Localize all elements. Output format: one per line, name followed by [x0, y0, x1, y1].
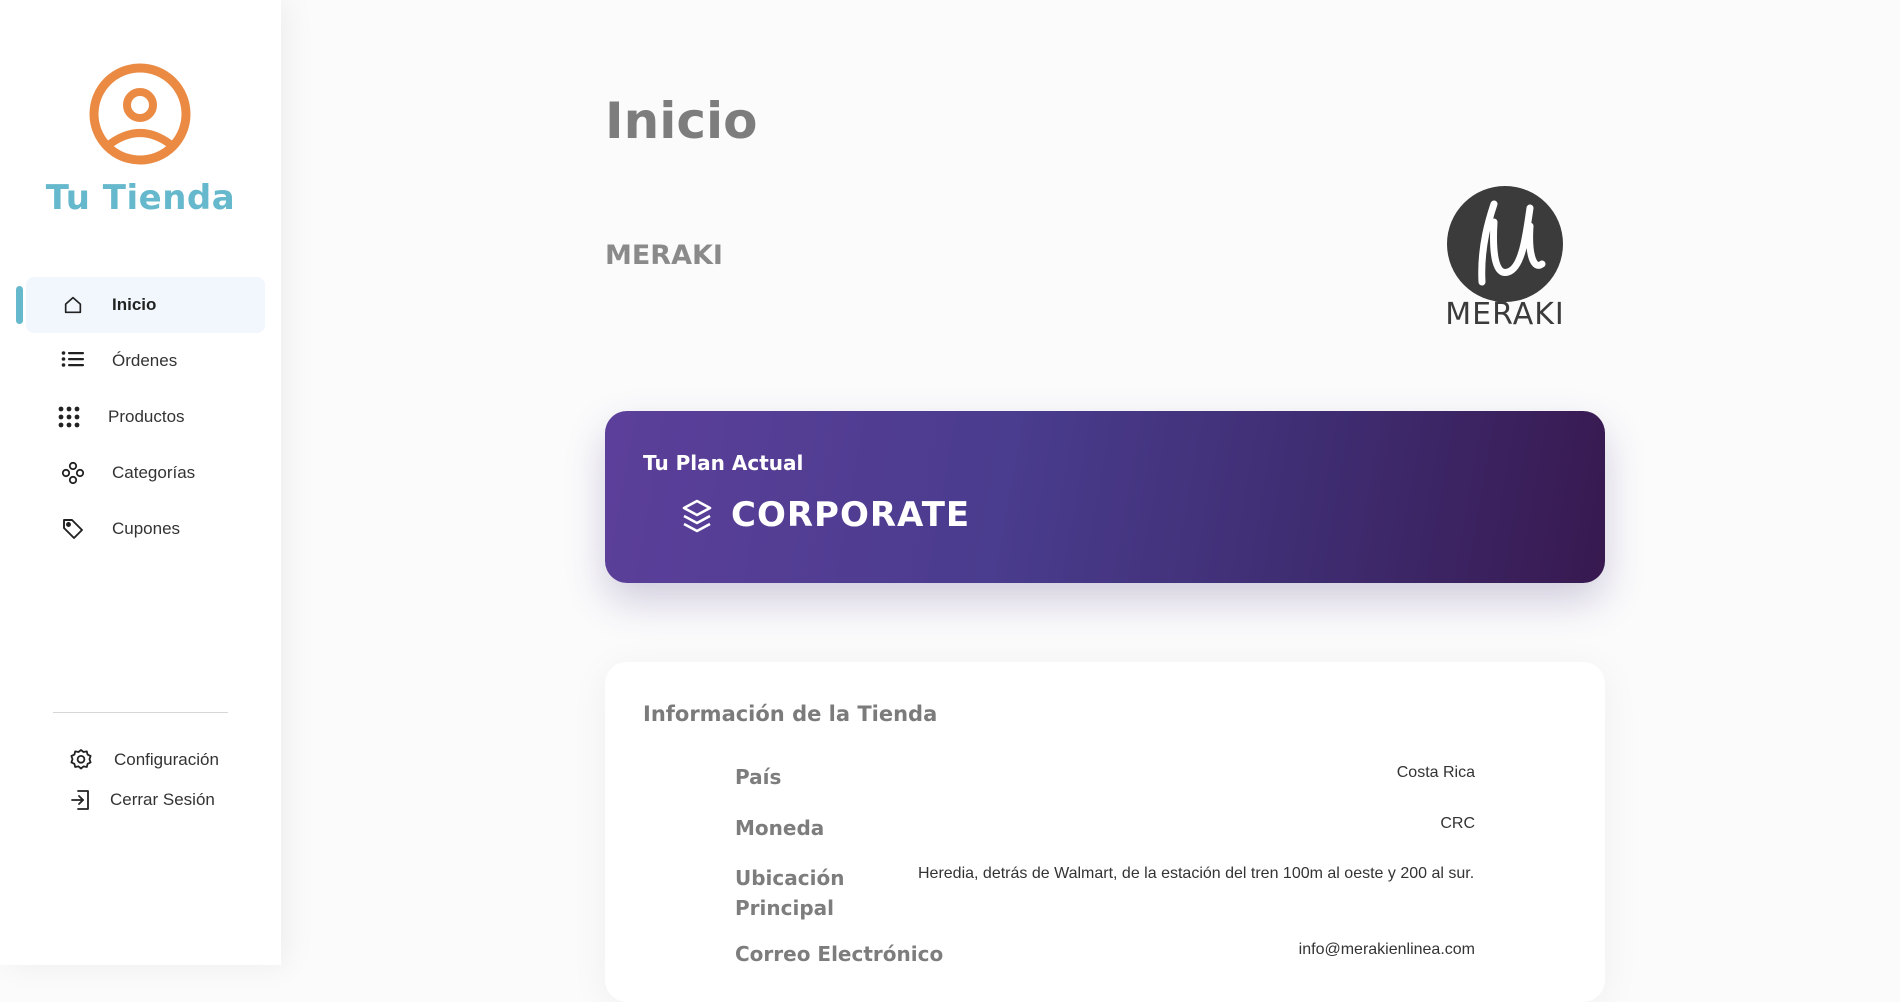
sidebar-item-inicio[interactable]: Inicio: [16, 277, 265, 333]
store-info-card: Información de la Tienda País Costa Rica…: [605, 662, 1605, 1002]
store-name: MERAKI: [605, 240, 723, 271]
settings-label: Configuración: [114, 750, 219, 769]
plan-label: Tu Plan Actual: [643, 451, 804, 475]
info-key: Moneda: [735, 816, 825, 840]
logout-link[interactable]: Cerrar Sesión: [0, 780, 281, 820]
sidebar-item-label: Productos: [108, 407, 185, 426]
sidebar-item-categorias[interactable]: Categorías: [26, 445, 265, 501]
info-key: Ubicación Principal: [735, 866, 845, 920]
store-logo: MERAKI: [1445, 186, 1565, 332]
sidebar-item-label: Categorías: [112, 463, 196, 482]
list-icon: [60, 348, 86, 374]
layers-icon: [682, 499, 712, 533]
home-icon: [60, 292, 86, 318]
info-value: Costa Rica: [1396, 764, 1475, 781]
sidebar: Tu Tienda Inicio Órdenes Productos Categ…: [0, 0, 281, 965]
tag-icon: [60, 516, 86, 542]
brand-name: Tu Tienda: [45, 178, 236, 218]
logout-label: Cerrar Sesión: [110, 790, 215, 809]
info-value: CRC: [1440, 815, 1475, 832]
logout-icon: [68, 787, 94, 813]
grid-dots-icon: [56, 404, 82, 430]
current-plan-card: Tu Plan Actual CORPORATE: [605, 411, 1605, 583]
info-value: Heredia, detrás de Walmart, de la estaci…: [918, 865, 1475, 882]
settings-link[interactable]: Configuración: [0, 740, 281, 780]
info-key: País: [735, 765, 782, 789]
sidebar-item-productos[interactable]: Productos: [26, 389, 265, 445]
sidebar-item-label: Órdenes: [112, 351, 178, 370]
categories-icon: [60, 460, 86, 486]
sidebar-nav: Inicio Órdenes Productos Categorías Cupo…: [0, 277, 281, 557]
plan-name: CORPORATE: [731, 495, 971, 535]
sidebar-divider: [53, 712, 228, 713]
sidebar-item-cupones[interactable]: Cupones: [26, 501, 265, 557]
info-value: info@merakienlinea.com: [1298, 941, 1475, 958]
sidebar-item-ordenes[interactable]: Órdenes: [26, 333, 265, 389]
page-title: Inicio: [605, 92, 758, 150]
sidebar-item-label: Cupones: [112, 519, 181, 538]
sidebar-item-label: Inicio: [112, 295, 157, 314]
user-circle-logo-icon: [89, 63, 191, 165]
gear-icon: [68, 747, 94, 773]
sidebar-footer: Configuración Cerrar Sesión: [0, 740, 281, 820]
svg-text:MERAKI: MERAKI: [1445, 297, 1565, 332]
store-info-title: Información de la Tienda: [643, 702, 938, 726]
